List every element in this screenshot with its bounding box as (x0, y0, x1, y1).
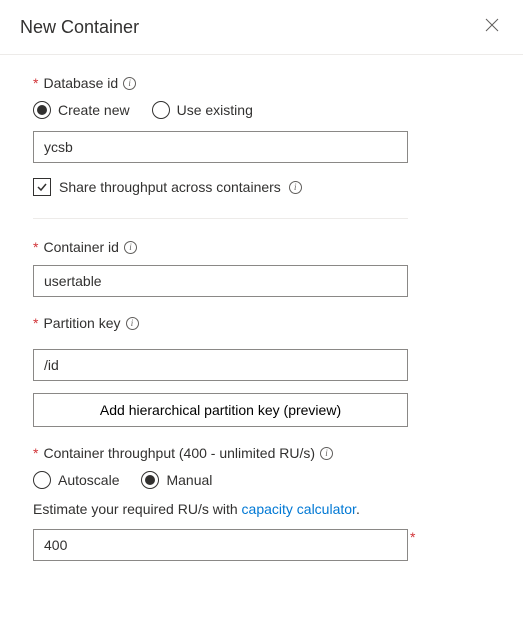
radio-create-new[interactable]: Create new (33, 101, 130, 119)
info-icon[interactable]: i (289, 181, 302, 194)
partition-key-input[interactable] (33, 349, 408, 381)
container-section: * Container id i (33, 239, 490, 297)
panel-title: New Container (20, 17, 139, 38)
info-icon[interactable]: i (320, 447, 333, 460)
close-button[interactable] (481, 14, 503, 40)
estimate-prefix: Estimate your required RU/s with (33, 501, 242, 517)
database-section: * Database id i Create new Use existing … (33, 75, 490, 196)
throughput-radio-group: Autoscale Manual (33, 471, 490, 489)
database-label-row: * Database id i (33, 75, 490, 91)
required-star: * (410, 529, 415, 545)
radio-manual-label: Manual (166, 472, 212, 488)
required-star: * (33, 75, 38, 91)
container-id-label: Container id (43, 239, 119, 255)
info-icon[interactable]: i (123, 77, 136, 90)
section-divider (33, 218, 408, 219)
info-icon[interactable]: i (124, 241, 137, 254)
radio-icon (152, 101, 170, 119)
throughput-input[interactable] (33, 529, 408, 561)
radio-autoscale[interactable]: Autoscale (33, 471, 119, 489)
add-hierarchical-button[interactable]: Add hierarchical partition key (preview) (33, 393, 408, 427)
throughput-section: * Container throughput (400 - unlimited … (33, 445, 490, 561)
share-throughput-checkbox[interactable] (33, 178, 51, 196)
required-star: * (33, 315, 38, 331)
throughput-input-row: * (33, 529, 490, 561)
radio-use-existing-label: Use existing (177, 102, 253, 118)
required-star: * (33, 239, 38, 255)
estimate-text: Estimate your required RU/s with capacit… (33, 501, 490, 517)
radio-autoscale-label: Autoscale (58, 472, 119, 488)
partition-key-label: Partition key (43, 315, 120, 331)
required-star: * (33, 445, 38, 461)
info-icon[interactable]: i (126, 317, 139, 330)
estimate-suffix: . (356, 501, 360, 517)
partition-section: * Partition key i Add hierarchical parti… (33, 315, 490, 427)
container-label-row: * Container id i (33, 239, 490, 255)
throughput-label: Container throughput (400 - unlimited RU… (43, 445, 315, 461)
throughput-label-row: * Container throughput (400 - unlimited … (33, 445, 490, 461)
partition-label-row: * Partition key i (33, 315, 490, 331)
radio-create-new-label: Create new (58, 102, 130, 118)
radio-use-existing[interactable]: Use existing (152, 101, 253, 119)
radio-icon (33, 101, 51, 119)
close-icon (485, 18, 499, 32)
share-throughput-row: Share throughput across containers i (33, 178, 490, 196)
panel-header: New Container (0, 0, 523, 55)
radio-icon (141, 471, 159, 489)
radio-manual[interactable]: Manual (141, 471, 212, 489)
database-radio-group: Create new Use existing (33, 101, 490, 119)
panel-content: * Database id i Create new Use existing … (0, 55, 523, 561)
database-id-label: Database id (43, 75, 118, 91)
check-icon (36, 181, 48, 193)
container-id-input[interactable] (33, 265, 408, 297)
radio-icon (33, 471, 51, 489)
capacity-calculator-link[interactable]: capacity calculator (242, 501, 356, 517)
share-throughput-label: Share throughput across containers (59, 179, 281, 195)
database-id-input[interactable] (33, 131, 408, 163)
